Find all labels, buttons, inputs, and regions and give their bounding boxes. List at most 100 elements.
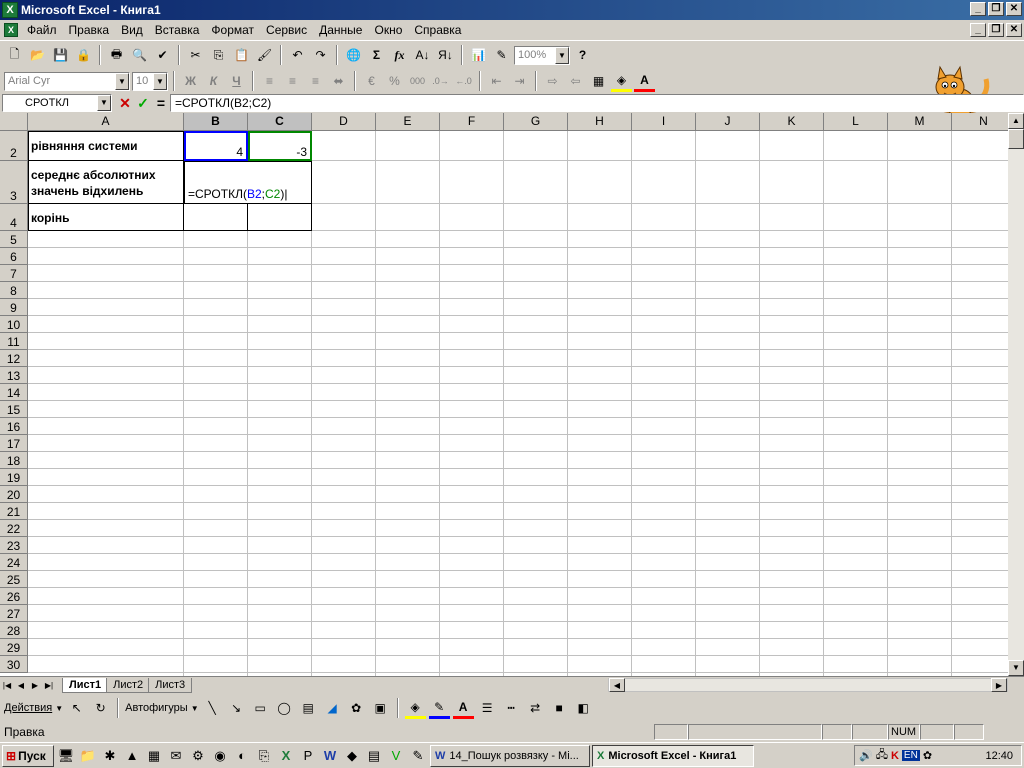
menu-file[interactable]: Файл <box>21 23 63 37</box>
chart-wizard-icon[interactable]: 📊 <box>468 45 489 66</box>
textbox-icon[interactable]: ▤ <box>298 698 319 719</box>
italic-button[interactable]: К <box>203 71 224 92</box>
scroll-left-icon[interactable]: ◀ <box>609 678 625 692</box>
equals-icon[interactable]: = <box>152 94 170 112</box>
cell-A4[interactable]: корінь <box>28 204 184 231</box>
app-icon[interactable]: P <box>298 746 318 766</box>
column-header-J[interactable]: J <box>696 113 760 131</box>
shadow-icon[interactable]: ■ <box>549 698 570 719</box>
row-header-22[interactable]: 22 <box>0 520 28 537</box>
document-icon[interactable]: X <box>4 23 18 37</box>
oval-icon[interactable]: ◯ <box>274 698 295 719</box>
column-header-M[interactable]: M <box>888 113 952 131</box>
currency-icon[interactable]: € <box>361 71 382 92</box>
select-objects-icon[interactable]: ↖ <box>66 698 87 719</box>
open-icon[interactable]: 📂 <box>27 45 48 66</box>
app-icon[interactable]: ▦ <box>144 746 164 766</box>
autosum-icon[interactable]: Σ <box>366 45 387 66</box>
clipart-icon[interactable]: ✿ <box>346 698 367 719</box>
autoshapes-menu[interactable]: Автофигуры <box>125 702 188 714</box>
app-icon[interactable]: ▤ <box>364 746 384 766</box>
volume-icon[interactable]: 🔊 <box>859 749 873 762</box>
column-header-H[interactable]: H <box>568 113 632 131</box>
scroll-right-icon[interactable]: ▶ <box>991 678 1007 692</box>
worksheet-grid[interactable]: A B C D E F G H I J K L M N 2 3 4 5 6 7 8 9 10 11 12 13 14 15 16 17 18… <box>0 113 1008 676</box>
font-color-icon[interactable]: A <box>452 698 474 719</box>
chevron-down-icon[interactable]: ▼ <box>555 46 569 64</box>
print-preview-icon[interactable]: 🔍 <box>129 45 150 66</box>
line-icon[interactable]: ╲ <box>202 698 223 719</box>
menu-data[interactable]: Данные <box>313 23 368 37</box>
app-icon[interactable]: ✱ <box>100 746 120 766</box>
arrow-style-icon[interactable]: ⇄ <box>525 698 546 719</box>
menu-insert[interactable]: Вставка <box>149 23 206 37</box>
wordart-icon[interactable]: ◢ <box>322 698 343 719</box>
row-header-23[interactable]: 23 <box>0 537 28 554</box>
cut-icon[interactable]: ✂ <box>185 45 206 66</box>
column-header-G[interactable]: G <box>504 113 568 131</box>
row-header-19[interactable]: 19 <box>0 469 28 486</box>
app-icon[interactable]: ✎ <box>408 746 428 766</box>
row-header-28[interactable]: 28 <box>0 622 28 639</box>
rotate-icon[interactable]: ↻ <box>90 698 111 719</box>
row-header-9[interactable]: 9 <box>0 299 28 316</box>
save-icon[interactable]: 💾 <box>50 45 71 66</box>
paste-icon[interactable]: 📋 <box>231 45 252 66</box>
doc-minimize-button[interactable]: _ <box>970 23 986 37</box>
print-icon[interactable]: 🖶 <box>106 45 127 66</box>
cell-B2[interactable]: 4 <box>184 131 248 161</box>
start-button[interactable]: ⊞ Пуск <box>2 744 54 767</box>
row-header-12[interactable]: 12 <box>0 350 28 367</box>
next-sheet-icon[interactable]: ▶ <box>28 679 42 693</box>
sheet-tab-3[interactable]: Лист3 <box>148 678 193 693</box>
tray-app-icon[interactable]: ✿ <box>923 749 932 762</box>
excel-app-icon[interactable]: X <box>2 2 18 18</box>
first-sheet-icon[interactable]: |◀ <box>0 679 14 693</box>
align-left-icon[interactable]: ≡ <box>259 71 280 92</box>
row-header-25[interactable]: 25 <box>0 571 28 588</box>
line-style-icon[interactable]: ☰ <box>477 698 498 719</box>
borders-icon[interactable]: ▦ <box>588 71 609 92</box>
row-header-10[interactable]: 10 <box>0 316 28 333</box>
column-header-K[interactable]: K <box>760 113 824 131</box>
undo-icon[interactable]: ↶ <box>287 45 308 66</box>
align-center-icon[interactable]: ≡ <box>282 71 303 92</box>
align-right-icon[interactable]: ≡ <box>305 71 326 92</box>
row-header-27[interactable]: 27 <box>0 605 28 622</box>
vertical-scrollbar[interactable]: ▲ ▼ <box>1008 113 1024 676</box>
menu-edit[interactable]: Правка <box>63 23 116 37</box>
row-header-15[interactable]: 15 <box>0 401 28 418</box>
dash-style-icon[interactable]: ┅ <box>501 698 522 719</box>
chevron-down-icon[interactable]: ▼ <box>97 95 111 111</box>
function-icon[interactable]: fx <box>389 45 410 66</box>
font-size-select[interactable]: 10 ▼ <box>132 71 168 91</box>
horizontal-scrollbar[interactable]: ◀ ▶ <box>608 678 1008 692</box>
explorer-icon[interactable]: 📁 <box>78 746 98 766</box>
increase-decimal-icon[interactable]: .0→ <box>430 71 451 92</box>
row-header-26[interactable]: 26 <box>0 588 28 605</box>
row-header-4[interactable]: 4 <box>0 204 28 231</box>
app-icon[interactable]: ▲ <box>122 746 142 766</box>
font-color-icon[interactable]: A <box>634 71 655 92</box>
rectangle-icon[interactable]: ▭ <box>250 698 271 719</box>
picture-icon[interactable]: ▣ <box>370 698 391 719</box>
cell-A2[interactable]: рівняння системи <box>28 131 184 161</box>
last-sheet-icon[interactable]: ▶| <box>42 679 56 693</box>
row-header-29[interactable]: 29 <box>0 639 28 656</box>
row-header-21[interactable]: 21 <box>0 503 28 520</box>
decrease-decimal-icon[interactable]: ←.0 <box>453 71 474 92</box>
font-name-select[interactable]: Arial Cyr ▼ <box>4 71 130 91</box>
actions-menu[interactable]: Действия <box>4 702 52 714</box>
cell-B3[interactable]: =СРОТКЛ(B2; C2) | <box>184 161 312 204</box>
fill-color-icon[interactable]: ◈ <box>404 698 426 719</box>
task-word-document[interactable]: W 14_Пошук розвязку - Mi... <box>430 744 590 767</box>
row-header-14[interactable]: 14 <box>0 384 28 401</box>
name-box[interactable]: СРОТКЛ ▼ <box>2 94 112 112</box>
hyperlink-icon[interactable]: 🌐 <box>343 45 364 66</box>
column-header-A[interactable]: A <box>28 113 184 131</box>
bold-button[interactable]: Ж <box>180 71 201 92</box>
sheet-tab-1[interactable]: Лист1 <box>62 678 109 693</box>
help-icon[interactable]: ? <box>572 45 593 66</box>
doc-close-button[interactable]: ✕ <box>1006 23 1022 37</box>
redo-icon[interactable]: ↷ <box>310 45 331 66</box>
